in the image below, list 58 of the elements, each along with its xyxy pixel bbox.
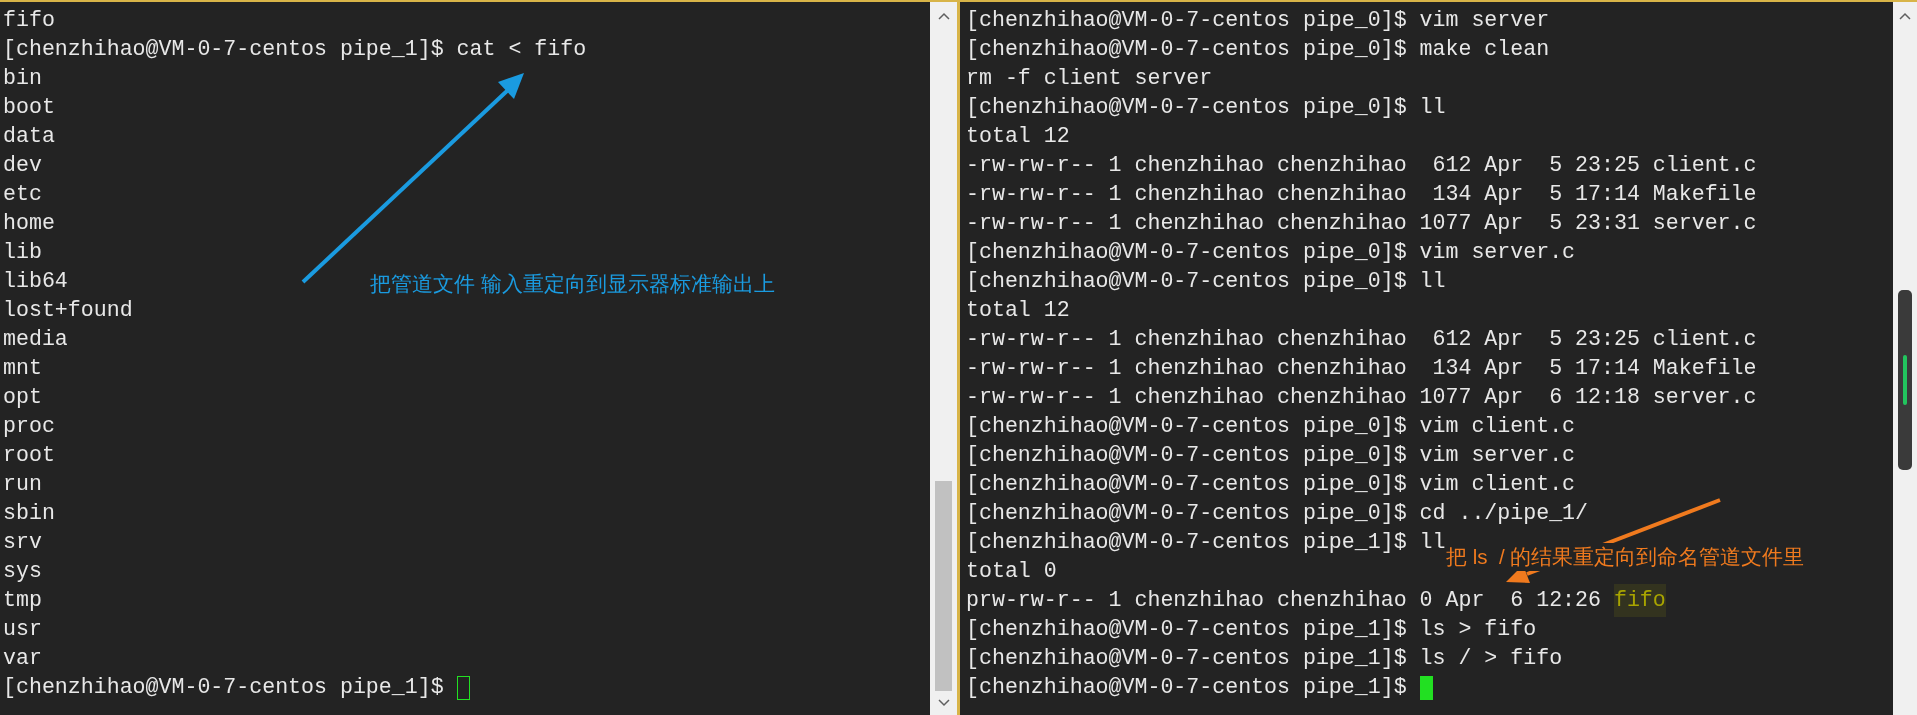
terminal-line: -rw-rw-r-- 1 chenzhihao chenzhihao 1077 Apr 5 23:31 server.c — [966, 210, 1757, 238]
terminal-line: -rw-rw-r-- 1 chenzhihao chenzhihao 612 Apr 5 23:25 client.c — [966, 152, 1757, 180]
terminal-line: boot — [3, 94, 55, 122]
terminal-line: -rw-rw-r-- 1 chenzhihao chenzhihao 612 Apr 5 23:25 client.c — [966, 326, 1757, 354]
terminal-line: [chenzhihao@VM-0-7-centos pipe_1]$ ls / > fifo — [966, 645, 1563, 673]
terminal-line: fifo — [3, 7, 55, 35]
terminal-line: dev — [3, 152, 42, 180]
terminal-line: data — [3, 123, 55, 151]
terminal-line: mnt — [3, 355, 42, 383]
terminal-line: [chenzhihao@VM-0-7-centos pipe_0]$ vim client.c — [966, 413, 1576, 441]
terminal-line: [chenzhihao@VM-0-7-centos pipe_0]$ vim server.c — [966, 442, 1576, 470]
terminal-line: lib64 — [3, 268, 68, 296]
terminal-line: [chenzhihao@VM-0-7-centos pipe_0]$ vim client.c — [966, 471, 1576, 499]
terminal-line: prw-rw-r-- 1 chenzhihao chenzhihao 0 Apr 6 12:26 — [966, 587, 1602, 615]
terminal-line: -rw-rw-r-- 1 chenzhihao chenzhihao 134 Apr 5 17:14 Makefile — [966, 181, 1757, 209]
terminal-line: [chenzhihao@VM-0-7-centos pipe_0]$ ll — [966, 268, 1446, 296]
scrollbar-thumb[interactable] — [935, 481, 952, 691]
terminal-line: total 12 — [966, 297, 1070, 325]
terminal-line: sys — [3, 558, 42, 586]
terminal-line: [chenzhihao@VM-0-7-centos pipe_0]$ make clean — [966, 36, 1550, 64]
terminal-line: [chenzhihao@VM-0-7-centos pipe_1]$ ll — [966, 529, 1446, 557]
scrollbar[interactable] — [930, 2, 957, 715]
scrollbar-thumb[interactable] — [1898, 290, 1912, 470]
pipe-file-name: fifo — [1613, 584, 1666, 617]
terminal-line: etc — [3, 181, 42, 209]
terminal-line: bin — [3, 65, 42, 93]
terminal-line: proc — [3, 413, 55, 441]
terminal-line: total 0 — [966, 558, 1057, 586]
scroll-up-icon[interactable] — [1899, 12, 1911, 20]
terminal-line: lib — [3, 239, 42, 267]
terminal-line: tmp — [3, 587, 42, 615]
terminal-line: [chenzhihao@VM-0-7-centos pipe_0]$ ll — [966, 94, 1446, 122]
terminal-line: [chenzhihao@VM-0-7-centos pipe_1]$ cat < fifo — [3, 36, 587, 64]
terminal-line: run — [3, 471, 42, 499]
scroll-down-icon[interactable] — [937, 699, 950, 707]
terminal-line: rm -f client server — [966, 65, 1213, 93]
terminal-line: sbin — [3, 500, 55, 528]
terminal-line: [chenzhihao@VM-0-7-centos pipe_0]$ vim server.c — [966, 239, 1576, 267]
terminal-line: var — [3, 645, 42, 673]
terminal-line: total 12 — [966, 123, 1070, 151]
terminal-line: lost+found — [3, 297, 133, 325]
terminal-line: srv — [3, 529, 42, 557]
terminal-line: root — [3, 442, 55, 470]
terminal-line: media — [3, 326, 68, 354]
terminal-line: [chenzhihao@VM-0-7-centos pipe_0]$ cd ../pipe_1/ — [966, 500, 1588, 528]
annotation-text: 把 ls / 的结果重定向到命名管道文件里 — [1446, 543, 1805, 571]
terminal-line: opt — [3, 384, 42, 412]
terminal-line: -rw-rw-r-- 1 chenzhihao chenzhihao 134 Apr 5 17:14 Makefile — [966, 355, 1757, 383]
terminal-line: [chenzhihao@VM-0-7-centos pipe_1]$ — [966, 674, 1408, 702]
terminal-line: -rw-rw-r-- 1 chenzhihao chenzhihao 1077 Apr 6 12:18 server.c — [966, 384, 1757, 412]
annotation-text: 把管道文件 输入重定向到显示器标准输出上 — [370, 271, 775, 297]
scroll-up-icon[interactable] — [937, 12, 950, 20]
terminal-line: usr — [3, 616, 42, 644]
terminal-line: [chenzhihao@VM-0-7-centos pipe_1]$ ls > fifo — [966, 616, 1537, 644]
terminal-line: [chenzhihao@VM-0-7-centos pipe_0]$ vim server — [966, 7, 1550, 35]
scrollbar[interactable] — [1893, 2, 1917, 715]
terminal-line: home — [3, 210, 55, 238]
terminal-line: [chenzhihao@VM-0-7-centos pipe_1]$ — [3, 674, 445, 702]
